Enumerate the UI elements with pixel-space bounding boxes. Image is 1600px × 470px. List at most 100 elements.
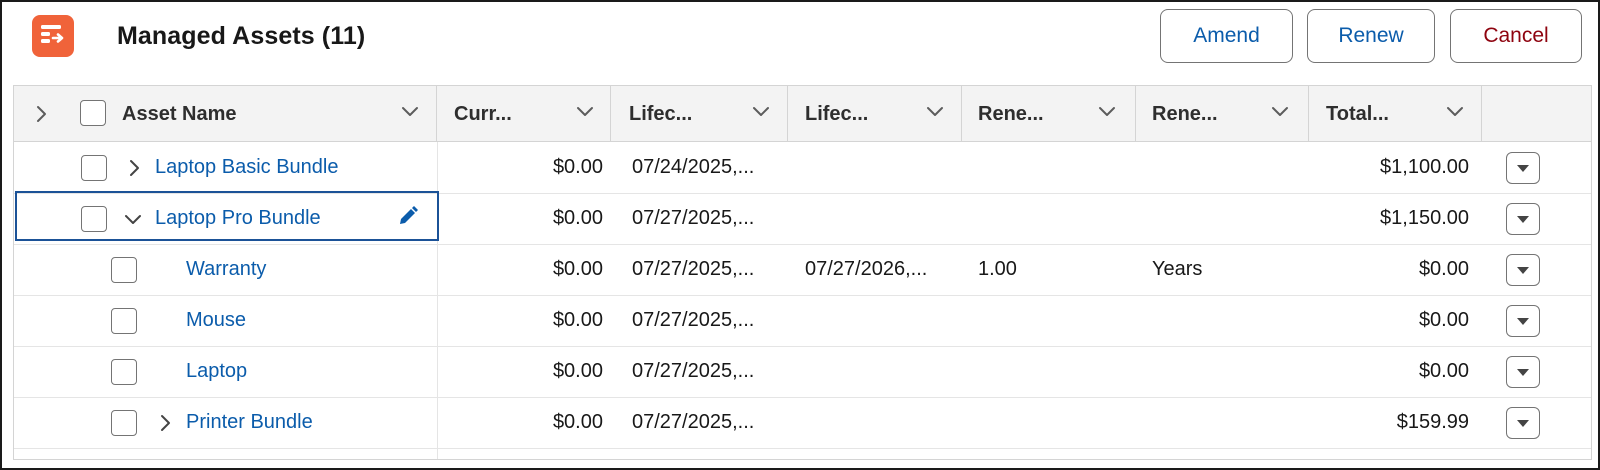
lifecycle-start-cell: 07/27/2025,... <box>632 309 755 331</box>
table-row[interactable]: Warranty $0.00 07/27/2025,... 07/27/2026… <box>14 244 1591 296</box>
managed-assets-card: Managed Assets (11) Amend Renew Cancel A… <box>0 0 1600 470</box>
caret-down-icon <box>1517 369 1529 376</box>
column-label: Rene... <box>978 103 1044 125</box>
asset-name-link[interactable]: Warranty <box>186 258 266 281</box>
column-label: Asset Name <box>122 103 237 125</box>
lifecycle-end-cell <box>805 295 965 347</box>
chevron-down-icon[interactable] <box>1446 106 1464 118</box>
select-all-checkbox[interactable] <box>80 100 106 126</box>
column-header-lifecycle-start[interactable]: Lifec... <box>611 86 788 142</box>
renewal-unit-cell <box>1152 142 1292 194</box>
table-row[interactable]: Laptop Basic Bundle $0.00 07/24/2025,...… <box>14 142 1591 194</box>
renewal-term-cell <box>978 397 1118 449</box>
asset-name-link[interactable]: Laptop <box>186 360 247 383</box>
lifecycle-end-cell: 07/27/2026,... <box>805 258 928 280</box>
table-header: Asset Name Curr... Lifec... Lifec... Ren… <box>14 86 1591 142</box>
column-label: Total... <box>1326 103 1389 125</box>
lifecycle-start-cell: 07/27/2025,... <box>632 360 755 382</box>
cancel-button[interactable]: Cancel <box>1450 9 1582 63</box>
chevron-down-icon[interactable] <box>1271 106 1289 118</box>
renewal-unit-cell: Years <box>1152 258 1203 280</box>
column-header-actions <box>1482 86 1591 142</box>
card-header: Managed Assets (11) Amend Renew Cancel <box>2 2 1598 86</box>
renew-button[interactable]: Renew <box>1307 9 1435 63</box>
row-actions-button[interactable] <box>1506 152 1540 184</box>
column-header-current[interactable]: Curr... <box>437 86 611 142</box>
related-list-icon <box>32 15 74 57</box>
lifecycle-start-cell: 07/27/2025,... <box>632 207 755 229</box>
table-row[interactable]: Laptop $0.00 07/27/2025,... $0.00 <box>14 346 1591 398</box>
column-header-total[interactable]: Total... <box>1309 86 1482 142</box>
column-label: Rene... <box>1152 103 1218 125</box>
total-cell: $159.99 <box>1396 411 1469 433</box>
row-actions-button[interactable] <box>1506 305 1540 337</box>
lifecycle-end-cell <box>805 346 965 398</box>
renewal-unit-cell <box>1152 397 1292 449</box>
row-checkbox[interactable] <box>111 308 137 334</box>
caret-down-icon <box>1517 165 1529 172</box>
caret-down-icon <box>1517 420 1529 427</box>
row-checkbox[interactable] <box>111 359 137 385</box>
renewal-unit-cell <box>1152 295 1292 347</box>
current-cell: $0.00 <box>552 411 603 433</box>
card-title: Managed Assets (11) <box>117 22 366 50</box>
asset-name-link[interactable]: Laptop Basic Bundle <box>155 156 338 179</box>
chevron-down-icon[interactable] <box>926 106 944 118</box>
total-cell: $1,100.00 <box>1380 156 1469 178</box>
chevron-down-icon[interactable] <box>401 106 419 118</box>
chevron-down-icon[interactable] <box>1098 106 1116 118</box>
lifecycle-start-cell: 07/27/2025,... <box>632 258 755 280</box>
current-cell: $0.00 <box>552 309 603 331</box>
caret-down-icon <box>1517 318 1529 325</box>
row-checkbox[interactable] <box>81 155 107 181</box>
row-checkbox[interactable] <box>81 206 107 232</box>
chevron-right-icon[interactable] <box>129 159 141 177</box>
chevron-down-icon[interactable] <box>576 106 594 118</box>
chevron-down-icon[interactable] <box>752 106 770 118</box>
asset-name-link[interactable]: Laptop Pro Bundle <box>155 207 321 230</box>
column-label: Lifec... <box>629 103 693 125</box>
renewal-unit-cell <box>1152 193 1292 245</box>
column-header-renewal-unit[interactable]: Rene... <box>1136 86 1309 142</box>
pencil-icon[interactable] <box>397 205 419 227</box>
renewal-term-cell: 1.00 <box>978 258 1017 280</box>
lifecycle-end-cell <box>805 142 965 194</box>
lifecycle-start-cell: 07/24/2025,... <box>632 156 755 178</box>
assets-table: Asset Name Curr... Lifec... Lifec... Ren… <box>13 85 1592 460</box>
chevron-right-icon[interactable] <box>36 105 48 123</box>
table-row[interactable]: Mouse $0.00 07/27/2025,... $0.00 <box>14 295 1591 347</box>
asset-name-link[interactable]: Mouse <box>186 309 246 332</box>
current-cell: $0.00 <box>552 207 603 229</box>
asset-name-link[interactable]: Printer Bundle <box>186 411 313 434</box>
caret-down-icon <box>1517 267 1529 274</box>
amend-button[interactable]: Amend <box>1160 9 1293 63</box>
column-header-asset-name[interactable]: Asset Name <box>66 86 437 142</box>
table-row[interactable]: Printer Bundle $0.00 07/27/2025,... $159… <box>14 397 1591 449</box>
renewal-term-cell <box>978 193 1118 245</box>
total-cell: $0.00 <box>1418 309 1469 331</box>
renewal-term-cell <box>978 142 1118 194</box>
row-actions-button[interactable] <box>1506 254 1540 286</box>
row-actions-button[interactable] <box>1506 407 1540 439</box>
renewal-unit-cell <box>1152 346 1292 398</box>
current-cell: $0.00 <box>552 156 603 178</box>
chevron-right-icon[interactable] <box>160 414 172 432</box>
chevron-down-icon[interactable] <box>124 214 142 226</box>
total-cell: $1,150.00 <box>1380 207 1469 229</box>
expand-all-column[interactable] <box>14 86 66 142</box>
renewal-term-cell <box>978 346 1118 398</box>
row-checkbox[interactable] <box>111 257 137 283</box>
current-cell: $0.00 <box>552 360 603 382</box>
current-cell: $0.00 <box>552 258 603 280</box>
table-row[interactable]: Laptop Pro Bundle $0.00 07/27/2025,... $… <box>14 193 1591 245</box>
column-header-renewal-term[interactable]: Rene... <box>962 86 1136 142</box>
column-label: Lifec... <box>805 103 869 125</box>
column-label: Curr... <box>454 103 512 125</box>
lifecycle-end-cell <box>805 397 965 449</box>
row-checkbox[interactable] <box>111 410 137 436</box>
row-actions-button[interactable] <box>1506 203 1540 235</box>
total-cell: $0.00 <box>1418 258 1469 280</box>
row-actions-button[interactable] <box>1506 356 1540 388</box>
renewal-term-cell <box>978 295 1118 347</box>
column-header-lifecycle-end[interactable]: Lifec... <box>788 86 962 142</box>
